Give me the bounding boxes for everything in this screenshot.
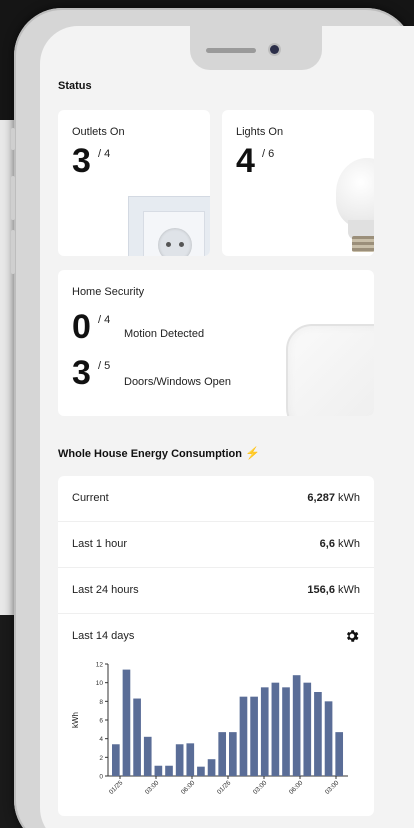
gear-icon[interactable] bbox=[344, 628, 360, 644]
y-tick-label: 10 bbox=[96, 680, 104, 687]
x-tick-label: 06:00 bbox=[180, 779, 197, 796]
chart-bar bbox=[175, 744, 184, 776]
x-tick-label: 03:00 bbox=[144, 779, 161, 796]
energy-bar-chart: kWh 0 2 4 6 8 10 12 01/25 03:00 06:00 01/26 03:00 06:… bbox=[71, 662, 348, 796]
chart-bar bbox=[260, 687, 269, 776]
front-camera bbox=[270, 45, 279, 54]
doors-open-text: Doors/Windows Open bbox=[124, 376, 231, 388]
chart-bar bbox=[250, 696, 258, 776]
outlet-image bbox=[128, 196, 210, 256]
chart-bar bbox=[303, 682, 312, 776]
x-tick-label: 01/26 bbox=[216, 779, 233, 796]
chart-bar bbox=[271, 682, 280, 776]
y-tick-label: 4 bbox=[99, 736, 103, 743]
lights-card[interactable]: Lights On 4 / 6 bbox=[222, 110, 374, 256]
last-14-days-panel: Last 14 days kWh 0 2 4 6 8 10 12 01/25 03:00 06:00… bbox=[58, 614, 374, 816]
x-tick-label: 03:00 bbox=[324, 779, 341, 796]
energy-card: Current 6,287 kWh Last 1 hour 6,6 kWh La… bbox=[58, 476, 374, 816]
phone-screen: Status Outlets On 3 / 4 Lights On 4 / 6 bbox=[40, 26, 414, 828]
last-14-days-label: Last 14 days bbox=[72, 630, 135, 642]
row-value: 6,287 kWh bbox=[307, 492, 360, 504]
y-tick-label: 2 bbox=[99, 755, 103, 762]
doors-total: / 5 bbox=[98, 360, 111, 372]
outlets-on-count: 3 bbox=[72, 142, 91, 180]
chart-bar bbox=[186, 743, 195, 776]
y-tick-label: 0 bbox=[99, 774, 103, 781]
motion-count: 0 bbox=[72, 308, 91, 346]
chart-bar bbox=[197, 766, 205, 776]
speaker-grille bbox=[206, 48, 256, 53]
outlets-total: / 4 bbox=[98, 148, 111, 160]
lights-on-count: 4 bbox=[236, 142, 255, 180]
chart-bar bbox=[282, 687, 290, 776]
x-tick-label: 03:00 bbox=[252, 779, 269, 796]
status-section-title: Status bbox=[58, 80, 92, 92]
lights-label: Lights On bbox=[236, 126, 284, 138]
chart-bar bbox=[207, 759, 216, 776]
chart-bar bbox=[218, 732, 227, 776]
phone-frame: Status Outlets On 3 / 4 Lights On 4 / 6 bbox=[11, 8, 414, 828]
chart-bar bbox=[154, 765, 163, 776]
lights-total: / 6 bbox=[262, 148, 275, 160]
chart-bar bbox=[324, 701, 333, 776]
y-tick-label: 8 bbox=[99, 699, 103, 706]
row-label: Last 1 hour bbox=[72, 538, 128, 550]
chart-bar bbox=[335, 732, 344, 776]
y-tick-label: 6 bbox=[99, 718, 103, 725]
lightning-bolt-icon: ⚡ bbox=[245, 446, 260, 460]
y-axis-label: kWh bbox=[71, 712, 80, 728]
home-security-card[interactable]: Home Security 0 / 4 Motion Detected 3 / … bbox=[58, 270, 374, 416]
chart-bar bbox=[314, 692, 322, 776]
row-value: 6,6 kWh bbox=[319, 538, 360, 550]
outlets-label: Outlets On bbox=[72, 126, 125, 138]
volume-down-button bbox=[11, 230, 15, 274]
volume-up-button bbox=[11, 176, 15, 220]
motion-detected-text: Motion Detected bbox=[124, 328, 205, 340]
light-bulb-image bbox=[336, 158, 374, 228]
chart-bar bbox=[239, 696, 248, 776]
doors-count: 3 bbox=[72, 354, 91, 392]
row-label: Last 24 hours bbox=[72, 584, 139, 596]
energy-section-title: Whole House Energy Consumption ⚡ bbox=[58, 446, 260, 460]
motion-total: / 4 bbox=[98, 314, 111, 326]
row-label: Current bbox=[72, 492, 109, 504]
energy-title-text: Whole House Energy Consumption bbox=[58, 448, 242, 460]
chart-bar bbox=[229, 732, 237, 776]
chart-bar bbox=[292, 675, 301, 776]
security-sensor-image bbox=[286, 324, 374, 416]
chart-bar bbox=[122, 669, 131, 776]
chart-bar bbox=[112, 744, 120, 776]
chart-bar bbox=[165, 765, 173, 776]
outlets-card[interactable]: Outlets On 3 / 4 bbox=[58, 110, 210, 256]
x-tick-label: 06:00 bbox=[288, 779, 305, 796]
security-label: Home Security bbox=[72, 286, 145, 298]
energy-row-last-hour[interactable]: Last 1 hour 6,6 kWh bbox=[58, 522, 374, 568]
energy-row-last-24h[interactable]: Last 24 hours 156,6 kWh bbox=[58, 568, 374, 614]
row-value: 156,6 kWh bbox=[307, 584, 360, 596]
y-tick-label: 12 bbox=[96, 662, 104, 669]
chart-bar bbox=[143, 736, 152, 776]
mute-switch bbox=[11, 128, 15, 150]
chart-bar bbox=[133, 698, 141, 776]
x-tick-label: 01/25 bbox=[108, 779, 125, 796]
bulb-base bbox=[352, 236, 374, 252]
energy-row-current[interactable]: Current 6,287 kWh bbox=[58, 476, 374, 522]
